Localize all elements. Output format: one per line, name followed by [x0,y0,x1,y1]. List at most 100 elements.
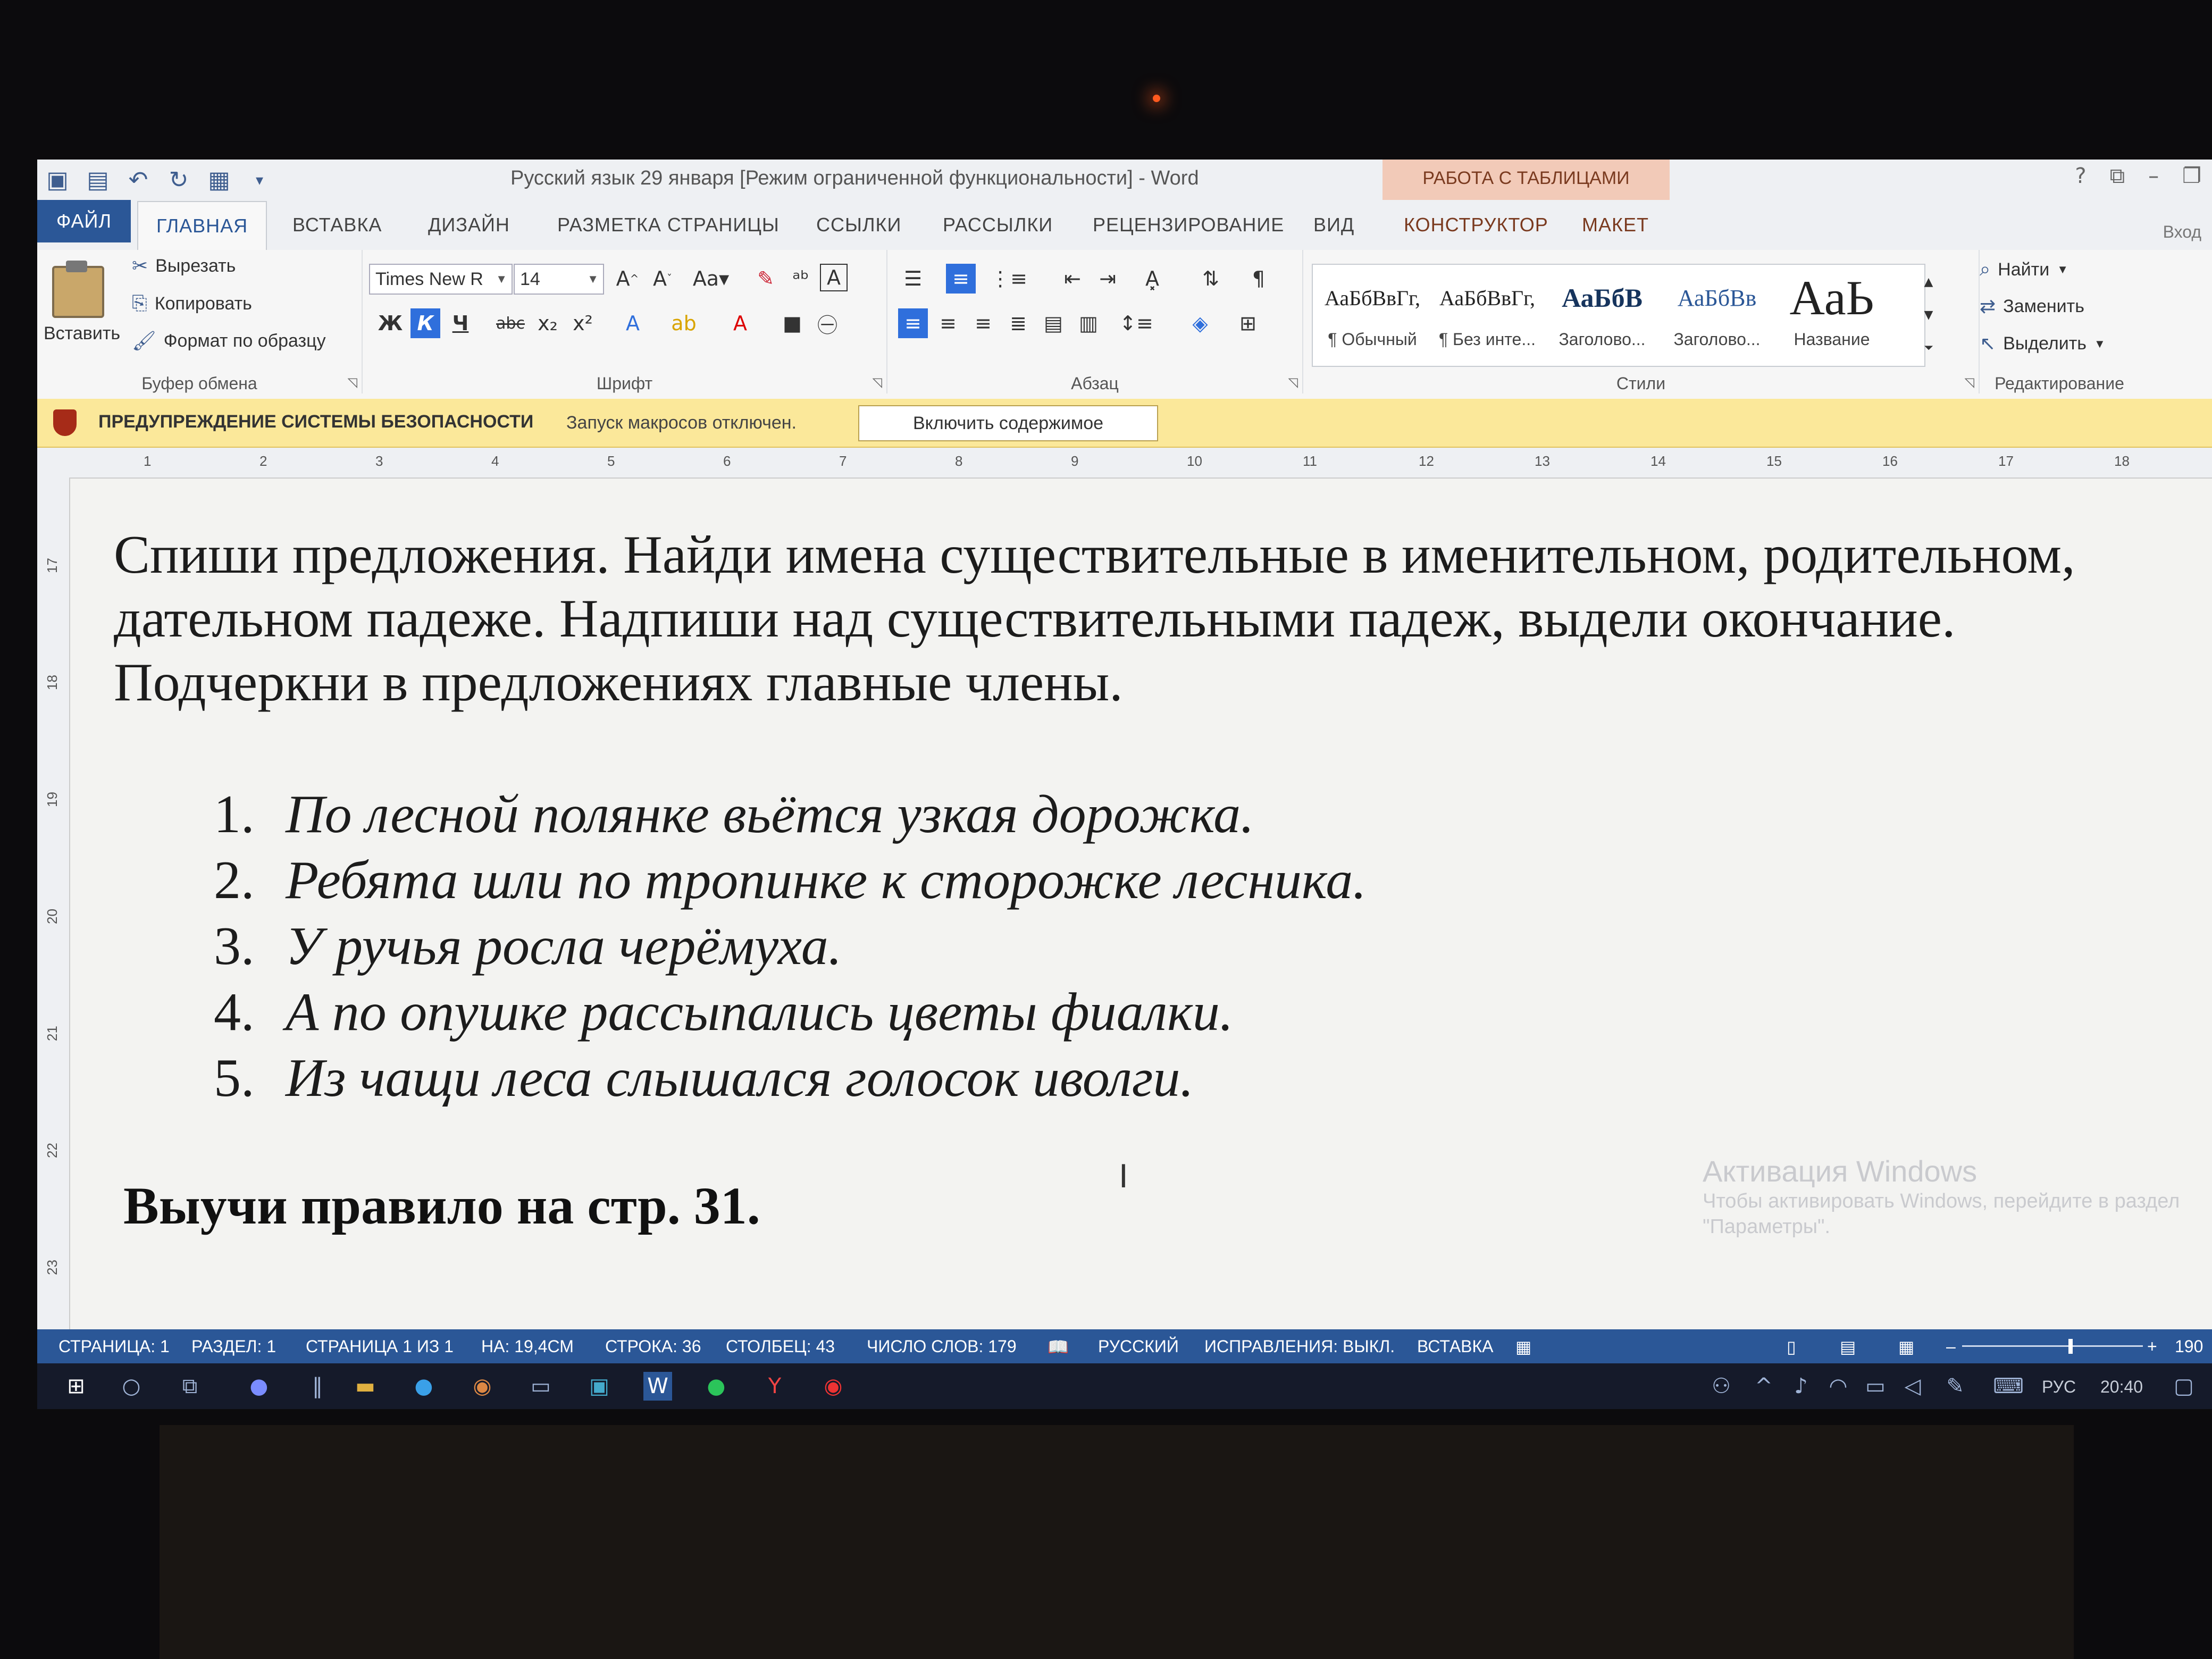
document-page[interactable]: Спиши предложения. Найди имена существит… [70,479,2212,1329]
tab-view[interactable]: ВИД [1313,214,1354,236]
bold-button[interactable]: Ж [375,308,405,338]
tab-insert[interactable]: ВСТАВКА [292,214,382,236]
save-icon[interactable]: ▤ [83,165,113,195]
status-pages[interactable]: СТРАНИЦА 1 ИЗ 1 [306,1337,454,1356]
align-left-icon[interactable]: ≡ [898,308,928,338]
status-line[interactable]: СТРОКА: 36 [605,1337,701,1356]
character-border-icon[interactable]: A [820,264,848,291]
app-window-icon[interactable]: ▭ [526,1372,555,1401]
word-app-icon[interactable]: ▣ [43,165,72,195]
tab-home[interactable]: ГЛАВНАЯ [137,201,267,251]
numbering-icon[interactable]: ≡ [946,264,976,294]
notifications-icon[interactable]: ▢ [2169,1372,2198,1401]
styles-scroll-down-icon[interactable]: ▼ [1914,300,1943,330]
yandex-icon[interactable]: ◉ [819,1372,848,1401]
keyboard-icon[interactable]: ⌨ [1993,1372,2024,1401]
clear-formatting-icon[interactable]: ✎ [751,264,781,294]
zoom-level[interactable]: 190 [2175,1337,2203,1356]
enable-content-button[interactable]: Включить содержимое [858,405,1158,441]
pen-icon[interactable]: ✎ [1941,1372,1970,1401]
font-size-select[interactable]: 14 ▼ [514,264,604,295]
format-painter-button[interactable]: 🖌 Формат по образцу [132,330,326,352]
volume-icon[interactable]: ◁ [1898,1372,1927,1401]
justify-icon[interactable]: ≣ [1003,308,1033,338]
style-heading-1[interactable]: АаБбВ Заголово... [1546,266,1658,372]
columns-icon[interactable]: ▥ [1074,308,1103,338]
status-track-changes[interactable]: ИСПРАВЛЕНИЯ: ВЫКЛ. [1204,1337,1395,1356]
windows-start-icon[interactable]: ⊞ [62,1372,90,1401]
redo-icon[interactable]: ↻ [164,165,194,195]
web-layout-icon[interactable]: ▦ [1898,1337,1914,1357]
print-preview-icon[interactable]: ▦ [204,165,234,195]
cut-button[interactable]: ✂ Вырезать [132,255,236,277]
align-right-icon[interactable]: ≡ [968,308,998,338]
status-insert-mode[interactable]: ВСТАВКА [1417,1337,1493,1356]
yandex-browser-icon[interactable]: Y [760,1372,789,1401]
microphone-icon[interactable]: ♪ [1787,1372,1815,1401]
select-button[interactable]: ↖ Выделить ▼ [1980,333,2106,355]
replace-button[interactable]: ⇄ Заменить [1980,296,2084,317]
tab-table-design[interactable]: КОНСТРУКТОР [1404,214,1548,236]
proofing-icon[interactable]: 📖 [1048,1337,1069,1357]
highlight-icon[interactable]: ab [669,308,699,338]
decrease-indent-icon[interactable]: ⇤ [1058,264,1087,294]
status-word-count[interactable]: ЧИСЛО СЛОВ: 179 [867,1337,1017,1356]
paragraph-launcher-icon[interactable]: ◹ [1288,375,1298,390]
style-no-spacing[interactable]: АаБбВвГг, ¶ Без инте... [1431,266,1544,372]
people-icon[interactable]: ⚇ [1707,1372,1736,1401]
file-explorer-icon[interactable]: ▬ [351,1372,380,1401]
enclose-character-icon[interactable]: ㊀ [812,308,842,338]
show-marks-icon[interactable]: ¶ [1244,264,1273,294]
styles-scroll-up-icon[interactable]: ▲ [1914,267,1943,297]
multilevel-list-icon[interactable]: ⋮≡ [990,264,1027,294]
italic-button[interactable]: К [410,308,440,338]
status-language[interactable]: РУССКИЙ [1098,1337,1179,1356]
edge-browser-icon[interactable]: ● [409,1372,438,1401]
asian-layout-icon[interactable]: A͓ [1137,264,1167,294]
tab-table-layout[interactable]: МАКЕТ [1582,214,1649,236]
whatsapp-icon[interactable]: ● [702,1372,731,1401]
sign-in-link[interactable]: Вход [2163,222,2201,242]
status-column[interactable]: СТОЛБЕЦ: 43 [726,1337,835,1356]
underline-button[interactable]: Ч [446,308,475,338]
status-position[interactable]: НА: 19,4СМ [481,1337,574,1356]
font-name-select[interactable]: Times New R ▼ [369,264,513,295]
zoom-slider[interactable] [1962,1345,2143,1347]
tab-references[interactable]: ССЫЛКИ [816,214,901,236]
network-icon[interactable]: ◠ [1824,1372,1853,1401]
tab-design[interactable]: ДИЗАЙН [428,214,510,236]
style-heading-2[interactable]: АаБбВв Заголово... [1661,266,1773,372]
font-launcher-icon[interactable]: ◹ [873,375,882,390]
style-title[interactable]: АаЬ Название [1775,266,1888,372]
subscript-icon[interactable]: x₂ [533,308,563,338]
undo-icon[interactable]: ↶ [123,165,153,195]
search-icon[interactable]: ○ [117,1372,146,1401]
tab-mailings[interactable]: РАССЫЛКИ [943,214,1053,236]
input-language[interactable]: РУС [2042,1377,2076,1397]
print-layout-icon[interactable]: ▤ [1840,1337,1856,1357]
font-color-icon[interactable]: A [725,308,755,338]
zoom-in-icon[interactable]: + [2147,1337,2157,1356]
tab-layout[interactable]: РАЗМЕТКА СТРАНИЦЫ [557,214,780,236]
status-page[interactable]: СТРАНИЦА: 1 [58,1337,170,1356]
macro-icon[interactable]: ▦ [1515,1337,1531,1357]
increase-indent-icon[interactable]: ⇥ [1093,264,1122,294]
tray-expand-icon[interactable]: ^ [1749,1372,1778,1401]
borders-icon[interactable]: ⊞ [1233,308,1263,338]
grow-font-icon[interactable]: A ^ [613,264,642,294]
read-mode-icon[interactable]: ▯ [1787,1337,1796,1357]
character-shading-icon[interactable]: ■ [777,308,807,338]
distributed-icon[interactable]: ▤ [1038,308,1068,338]
styles-launcher-icon[interactable]: ◹ [1965,375,1974,390]
align-center-icon[interactable]: ≡ [933,308,963,338]
tab-review[interactable]: РЕЦЕНЗИРОВАНИЕ [1093,214,1284,236]
vertical-ruler[interactable]: 17 18 19 20 21 22 23 [37,477,70,1409]
ribbon-display-icon[interactable]: ⧉ [2110,164,2125,188]
superscript-icon[interactable]: x² [568,308,598,338]
battery-icon[interactable]: ▭ [1861,1372,1890,1401]
style-normal[interactable]: АаБбВвГг, ¶ Обычный [1316,266,1429,372]
clock[interactable]: 20:40 [2100,1377,2143,1397]
word-taskbar-icon[interactable]: W [643,1372,672,1401]
styles-more-icon[interactable]: ⏷ [1914,333,1943,363]
paste-button[interactable]: Вставить [44,261,120,344]
